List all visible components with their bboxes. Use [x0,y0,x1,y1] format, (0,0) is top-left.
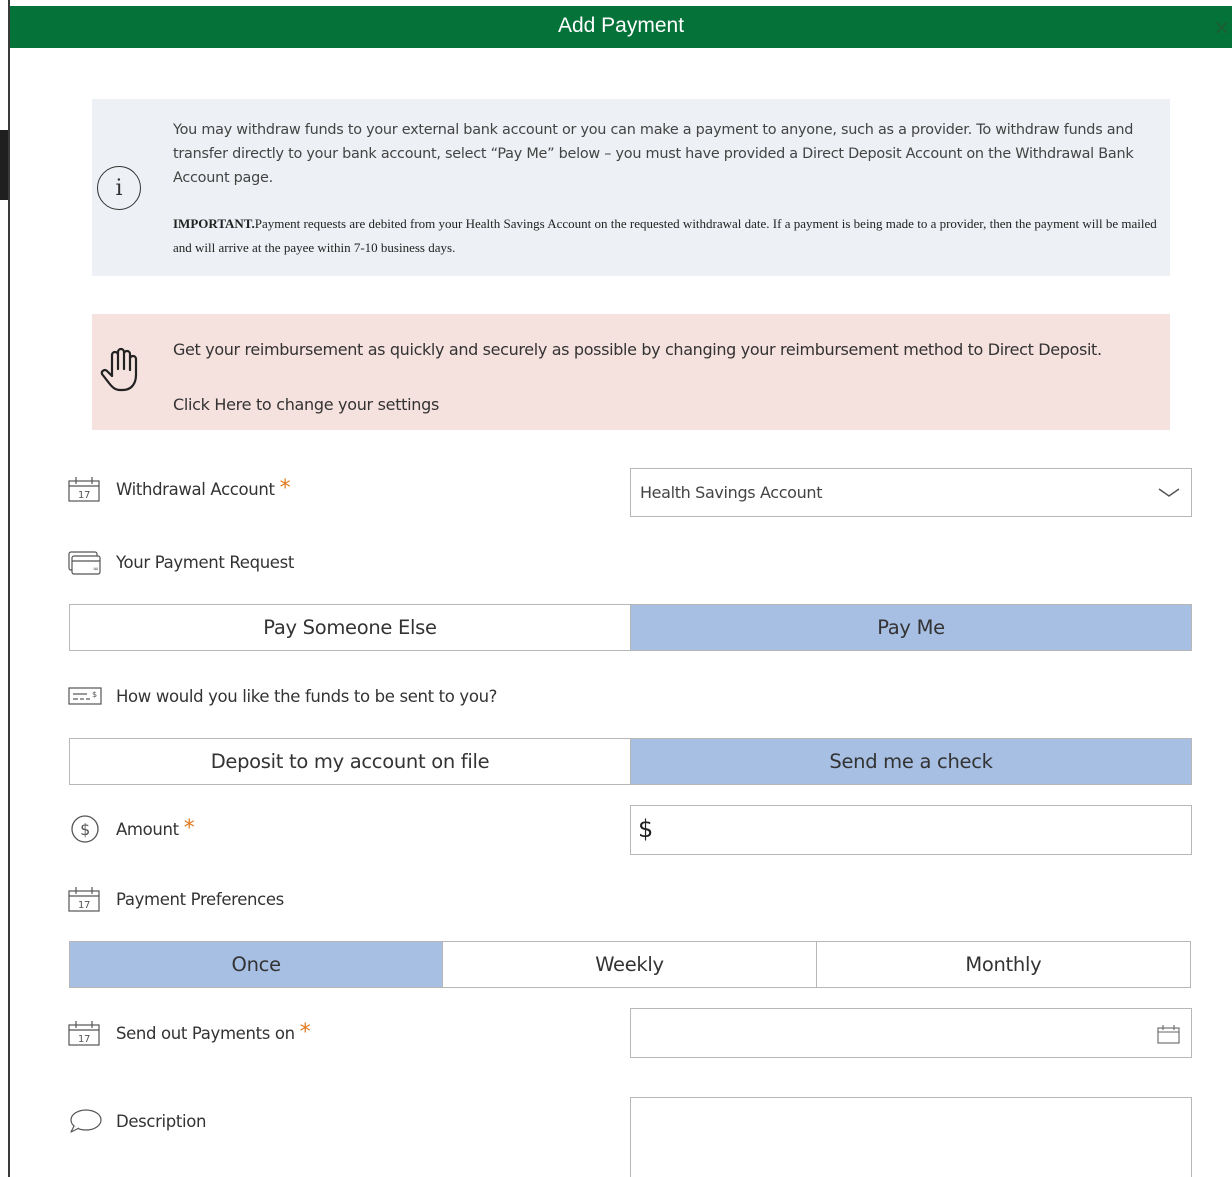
important-text: IMPORTANT.Payment requests are debited f… [173,212,1163,259]
svg-text:17: 17 [78,900,90,911]
required-marker: * [183,816,195,841]
check-icon: $ [68,683,102,709]
payment-request-label: ∞ Your Payment Request [68,549,294,575]
send-date-input[interactable] [630,1008,1192,1058]
payment-request-toggle: Pay Someone Else Pay Me [69,604,1192,651]
svg-text:∞: ∞ [93,565,98,573]
funds-method-text: How would you like the funds to be sent … [116,686,498,706]
direct-deposit-alert: Get your reimbursement as quickly and se… [92,314,1170,430]
withdrawal-account-text: Withdrawal Account [116,479,275,499]
required-marker: * [299,1020,311,1045]
pay-me-option[interactable]: Pay Me [630,605,1191,650]
change-settings-link[interactable]: Click Here to change your settings [173,395,439,414]
svg-text:17: 17 [78,1034,90,1045]
payment-frequency-toggle: Once Weekly Monthly [69,941,1191,988]
send-date-label: 17 Send out Payments on * [68,1020,311,1046]
send-check-option[interactable]: Send me a check [630,739,1191,784]
comment-icon [68,1108,102,1134]
dialog-header: Add Payment × [10,6,1232,48]
once-option[interactable]: Once [70,942,443,987]
info-panel: i You may withdraw funds to your externa… [92,99,1170,276]
payment-preferences-label: 17 Payment Preferences [68,886,284,912]
pay-someone-else-option[interactable]: Pay Someone Else [70,605,630,650]
close-icon[interactable]: × [1213,15,1230,39]
calendar-icon: 17 [68,886,102,912]
background-window-edge [0,0,10,1177]
alert-text: Get your reimbursement as quickly and se… [173,340,1102,359]
amount-input[interactable]: $ [630,805,1192,855]
svg-text:$: $ [92,690,97,699]
dollar-icon: $ [68,815,102,843]
deposit-to-account-option[interactable]: Deposit to my account on file [70,739,630,784]
currency-symbol: $ [638,815,654,843]
chevron-down-icon [1158,488,1180,497]
important-label: IMPORTANT. [173,216,255,231]
send-date-text: Send out Payments on [116,1023,295,1043]
description-textarea[interactable] [630,1097,1192,1177]
payment-preferences-text: Payment Preferences [116,889,284,909]
calendar-icon: 17 [68,1020,102,1046]
withdrawal-account-select[interactable]: Health Savings Account [630,468,1192,517]
info-text: You may withdraw funds to your external … [173,122,1134,186]
description-label: Description [68,1108,206,1134]
weekly-option[interactable]: Weekly [442,942,816,987]
hand-icon [100,347,138,392]
add-payment-dialog: Add Payment × i You may withdraw funds t… [10,6,1232,1177]
info-icon: i [97,166,141,210]
card-icon: ∞ [68,549,102,575]
date-picker-icon[interactable] [1157,1024,1181,1044]
svg-text:17: 17 [78,490,90,501]
required-marker: * [279,476,291,501]
description-text: Description [116,1111,207,1131]
amount-text: Amount [116,819,179,839]
withdrawal-account-value: Health Savings Account [640,483,823,502]
payment-request-text: Your Payment Request [116,552,294,572]
important-body: Payment requests are debited from your H… [173,216,1157,255]
funds-method-label: $ How would you like the funds to be sen… [68,683,497,709]
monthly-option[interactable]: Monthly [815,942,1190,987]
funds-method-toggle: Deposit to my account on file Send me a … [69,738,1192,785]
amount-label: $ Amount * [68,815,195,843]
dialog-title: Add Payment [557,14,685,37]
withdrawal-account-label: 17 Withdrawal Account * [68,476,291,502]
calendar-icon: 17 [68,476,102,502]
svg-text:$: $ [80,820,90,839]
